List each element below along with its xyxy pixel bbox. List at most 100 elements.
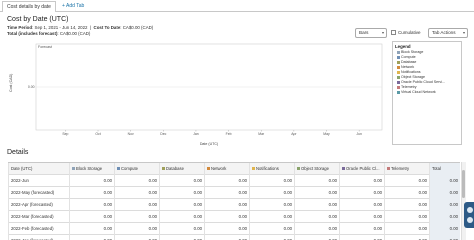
cost-cell: 0.00	[114, 235, 159, 240]
legend-item[interactable]: Virtual Cloud Network	[397, 90, 436, 94]
tab-actions-button[interactable]: Tab Actions ▾	[428, 28, 468, 38]
cost-cell: 0.00	[294, 235, 339, 240]
legend-item[interactable]: Network	[397, 65, 414, 69]
column-header-label: Database	[166, 166, 184, 171]
legend-item-label: Block Storage	[401, 50, 424, 54]
x-tick-label: Nov	[128, 132, 134, 136]
cost-cell: 0.00	[114, 211, 159, 223]
legend-item-label: Notifications	[401, 70, 421, 74]
legend-swatch	[397, 65, 400, 69]
legend-item-label: Database	[401, 60, 417, 64]
page-title: Cost by Date (UTC)	[7, 16, 69, 23]
chevron-down-icon: ▾	[462, 30, 465, 35]
date-cell: 2022-May (forecasted)	[8, 187, 69, 199]
column-header-label: Total	[432, 166, 441, 171]
column-color-swatch	[72, 167, 75, 171]
legend-item[interactable]: Database	[397, 60, 416, 64]
cost-cell: 0.00	[249, 223, 294, 235]
legend-item[interactable]: Oracle Public Cloud Servi...	[397, 80, 445, 84]
add-tab-link[interactable]: + Add Tab	[62, 1, 84, 11]
column-header[interactable]: Date (UTC)	[8, 163, 69, 175]
table-scrollbar-thumb[interactable]	[462, 170, 465, 198]
cost-cell: 0.00	[384, 199, 429, 211]
table-row: 2022-Jan (forecasted)0.000.000.000.000.0…	[8, 235, 460, 240]
cost-cell: 0.00	[114, 187, 159, 199]
time-period-value: Sep 1, 2021 - Jun 14, 2022	[34, 25, 88, 30]
cost-cell: 0.00	[429, 211, 460, 223]
legend-item[interactable]: Telemetry	[397, 85, 417, 89]
column-header[interactable]: Network	[204, 163, 249, 175]
column-header[interactable]: Oracle Public Cl...	[339, 163, 384, 175]
column-header-label: Oracle Public Cl...	[346, 166, 380, 171]
cost-cell: 0.00	[204, 175, 249, 187]
legend-item[interactable]: Block Storage	[397, 50, 423, 54]
x-tick-label: Jun	[356, 132, 362, 136]
cost-cell: 0.00	[204, 187, 249, 199]
legend-title: Legend	[395, 44, 411, 49]
x-tick-label: Sep	[62, 132, 68, 136]
column-header[interactable]: Object Storage	[294, 163, 339, 175]
legend-item[interactable]: Compute	[397, 55, 416, 59]
x-tick-label: Feb	[226, 132, 232, 136]
legend-item[interactable]: Notifications	[397, 70, 421, 74]
cost-cell: 0.00	[249, 175, 294, 187]
cost-cell: 0.00	[429, 187, 460, 199]
cost-cell: 0.00	[69, 175, 114, 187]
column-header[interactable]: Total	[429, 163, 460, 175]
tab-bar: Cost details by date + Add Tab	[0, 0, 474, 12]
x-tick-label: Jan	[193, 132, 199, 136]
cost-cell: 0.00	[384, 211, 429, 223]
cost-cell: 0.00	[384, 223, 429, 235]
cost-cell: 0.00	[294, 211, 339, 223]
cost-cell: 0.00	[114, 199, 159, 211]
cost-cell: 0.00	[294, 223, 339, 235]
chevron-down-icon: ▾	[381, 30, 384, 35]
cumulative-label: Cumulative	[398, 30, 421, 35]
column-header[interactable]: Notifications	[249, 163, 294, 175]
legend-item-label: Object Storage	[401, 75, 425, 79]
column-color-swatch	[117, 167, 120, 171]
column-header-label: Network	[211, 166, 227, 171]
table-row: 2022-Mar (forecasted) 0.00 0.00 0.00 0.00 0.0…	[8, 211, 460, 223]
chart-type-select[interactable]: Bars ▾	[355, 28, 387, 38]
cost-cell: 0.00	[204, 235, 249, 240]
total-label: Total (includes forecast)	[7, 31, 58, 36]
cost-cell: 0.00	[429, 235, 460, 240]
y-axis-title: Cost (CAD)	[9, 73, 13, 92]
legend-swatch	[397, 50, 400, 54]
cost-cell: 0.00	[384, 175, 429, 187]
tab-cost-details-by-date[interactable]: Cost details by date	[2, 1, 56, 12]
help-button[interactable]	[464, 202, 474, 228]
help-dots-icon	[467, 207, 473, 213]
legend-swatch	[397, 75, 400, 79]
column-color-swatch	[297, 167, 300, 171]
cost-cell: 0.00	[204, 223, 249, 235]
column-header-label: Compute	[121, 166, 138, 171]
cost-cell: 0.00	[69, 223, 114, 235]
cost-cell: 0.00	[294, 175, 339, 187]
cost-cell: 0.00	[249, 211, 294, 223]
column-header[interactable]: Block Storage	[69, 163, 114, 175]
column-header[interactable]: Database	[159, 163, 204, 175]
column-header-label: Block Storage	[76, 166, 103, 171]
column-header[interactable]: Compute	[114, 163, 159, 175]
forecast-annotation: Forecast	[38, 45, 52, 49]
column-color-swatch	[252, 167, 255, 171]
legend-item-label: Compute	[401, 55, 416, 59]
details-heading: Details	[7, 149, 29, 156]
column-header[interactable]: Telemetry	[384, 163, 429, 175]
legend-item[interactable]: Object Storage	[397, 75, 425, 79]
legend-swatch	[397, 70, 400, 74]
y-tick-label: 0.00	[28, 85, 35, 89]
cost-cell: 0.00	[69, 211, 114, 223]
legend-item-label: Virtual Cloud Network	[401, 90, 436, 94]
cumulative-checkbox[interactable]	[391, 30, 396, 35]
cost-cell: 0.00	[159, 223, 204, 235]
date-cell: 2022-Mar (forecasted)	[8, 211, 69, 223]
cost-cell: 0.00	[429, 223, 460, 235]
legend-swatch	[397, 80, 400, 84]
cost-cell: 0.00	[69, 235, 114, 240]
cost-cell: 0.00	[204, 211, 249, 223]
date-cell: 2022-Apr (forecasted)	[8, 199, 69, 211]
cost-cell: 0.00	[114, 175, 159, 187]
